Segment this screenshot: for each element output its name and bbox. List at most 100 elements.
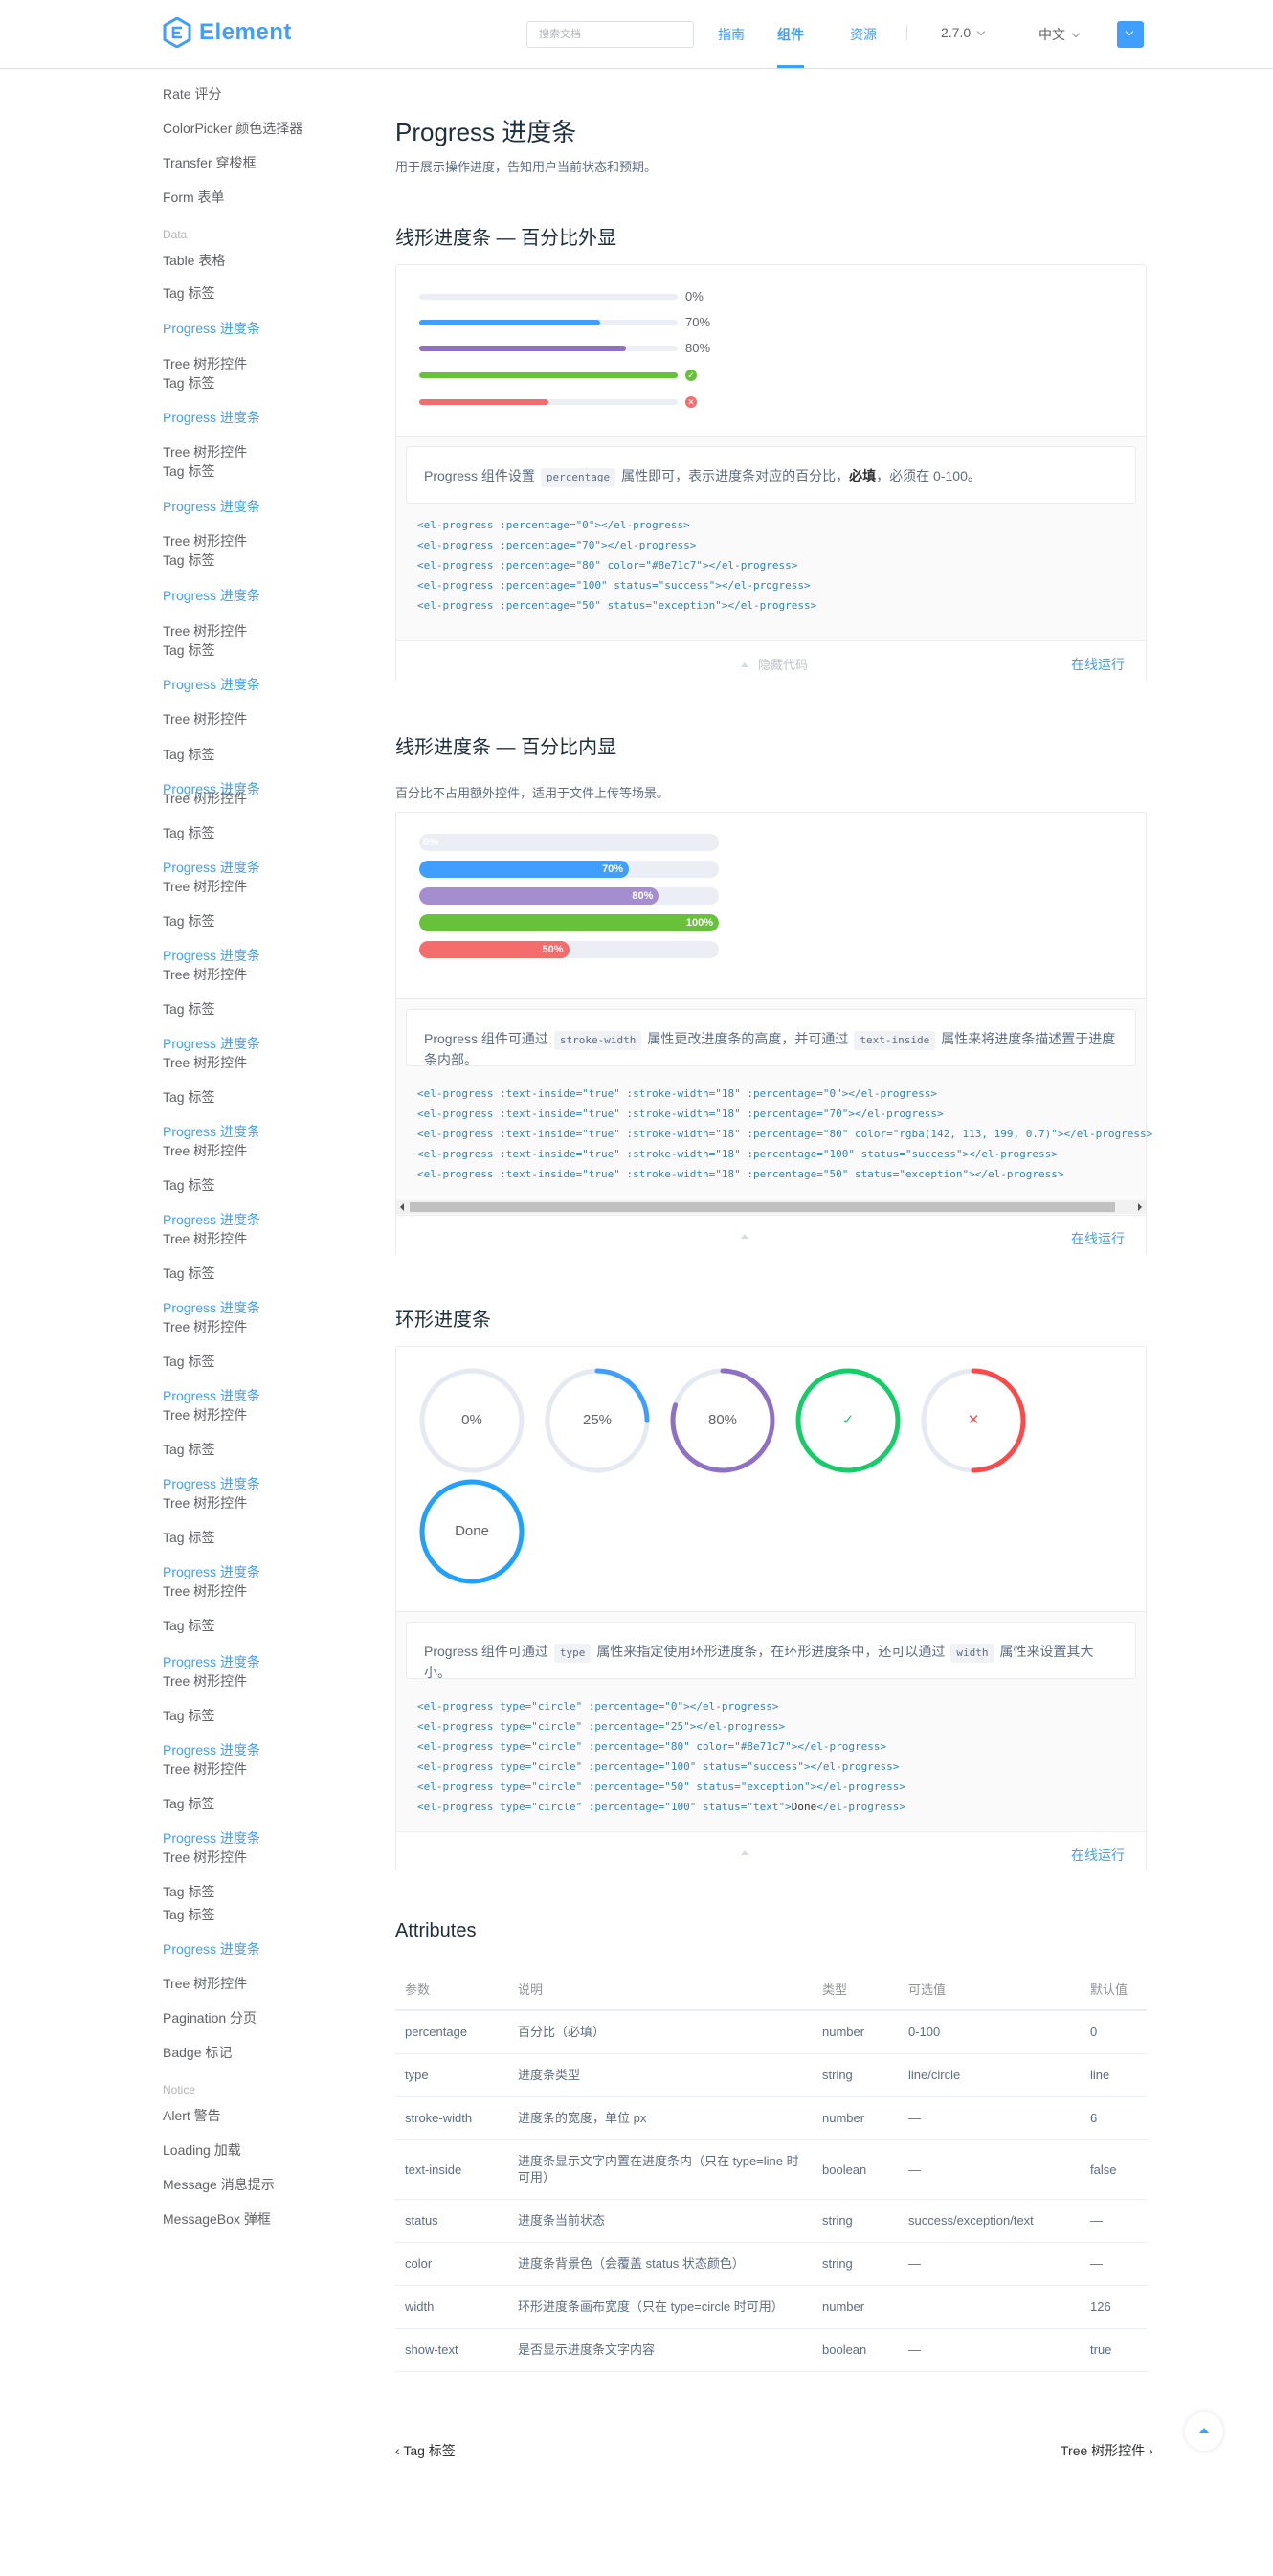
sidebar-item[interactable]: Progress 进度条 <box>163 1652 260 1671</box>
sidebar-item[interactable]: Progress 进度条 <box>163 1386 260 1405</box>
prev-page-link[interactable]: ‹ Tag 标签 <box>395 2441 456 2460</box>
nav-guide[interactable]: 指南 <box>718 25 745 44</box>
search-input[interactable] <box>526 21 694 48</box>
sidebar-item[interactable]: Progress 进度条 <box>163 1562 260 1581</box>
sidebar-item[interactable]: Tag 标签 <box>163 1706 214 1725</box>
sidebar-item[interactable]: Tree 树形控件 <box>163 789 247 808</box>
sidebar-item[interactable]: Tree 树形控件 <box>163 1317 247 1336</box>
sidebar-item[interactable]: Tree 树形控件 <box>163 877 247 896</box>
sidebar-item[interactable]: Tree 树形控件 <box>163 1848 247 1867</box>
sidebar-item[interactable]: Progress 进度条 <box>163 408 260 427</box>
sidebar-item[interactable]: Tree 树形控件 <box>163 1581 247 1601</box>
language-select[interactable]: 中文 <box>1038 25 1081 44</box>
sidebar-item[interactable]: Tree 树形控件 <box>163 354 247 373</box>
sidebar-item[interactable]: Progress 进度条 <box>163 319 260 338</box>
sidebar-item[interactable]: Tree 树形控件 <box>163 621 247 640</box>
hide-code-toggle[interactable] <box>741 1229 758 1243</box>
sidebar-item[interactable]: Progress 进度条 <box>163 1939 260 1959</box>
sidebar-item[interactable]: Progress 进度条 <box>163 1210 260 1229</box>
sidebar-item[interactable]: Badge 标记 <box>163 2043 232 2062</box>
sidebar-item[interactable]: Tree 树形控件 <box>163 1671 247 1691</box>
sidebar-item[interactable]: Tag 标签 <box>163 1616 214 1635</box>
element-logo[interactable]: Element <box>163 17 292 48</box>
hide-code-toggle[interactable] <box>741 1846 758 1860</box>
sidebar-item[interactable]: Progress 进度条 <box>163 1034 260 1053</box>
sidebar-item[interactable]: Rate 评分 <box>163 84 221 103</box>
sidebar-item[interactable]: Tag 标签 <box>163 283 214 302</box>
next-page-link[interactable]: Tree 树形控件 › <box>1061 2441 1153 2460</box>
sidebar-item[interactable]: Progress 进度条 <box>163 1122 260 1141</box>
sidebar-item[interactable]: Tag 标签 <box>163 1440 214 1459</box>
sidebar-item[interactable]: Loading 加载 <box>163 2140 241 2160</box>
sidebar-item[interactable]: Tree 树形控件 <box>163 1493 247 1512</box>
sidebar-item[interactable]: Tag 标签 <box>163 1264 214 1283</box>
run-online-link[interactable]: 在线运行 <box>1071 1846 1125 1865</box>
sidebar-item[interactable]: Alert 警告 <box>163 2106 221 2125</box>
sidebar-item[interactable]: Progress 进度条 <box>163 858 260 877</box>
demo-control-bar[interactable]: 在线运行 <box>396 1215 1146 1257</box>
sidebar-item[interactable]: Tag 标签 <box>163 999 214 1019</box>
sidebar-item[interactable]: Tree 树形控件 <box>163 1759 247 1779</box>
run-online-link[interactable]: 在线运行 <box>1071 655 1125 674</box>
sidebar-item[interactable]: Tag 标签 <box>163 1352 214 1371</box>
sidebar-item[interactable]: Table 表格 <box>163 251 225 270</box>
back-to-top-button[interactable] <box>1185 2412 1223 2451</box>
hide-code-toggle[interactable]: 隐藏代码 <box>741 655 808 673</box>
sidebar-item[interactable]: Progress 进度条 <box>163 497 260 516</box>
sidebar-item[interactable]: Message 消息提示 <box>163 2175 275 2194</box>
sidebar-item[interactable]: Tag 标签 <box>163 373 214 392</box>
run-online-link[interactable]: 在线运行 <box>1071 1229 1125 1248</box>
sidebar-item[interactable]: Tree 树形控件 <box>163 1053 247 1072</box>
sidebar-item[interactable]: Tag 标签 <box>163 1176 214 1195</box>
sidebar-item[interactable]: Tree 树形控件 <box>163 709 247 728</box>
sidebar-item[interactable]: Tag 标签 <box>163 461 214 481</box>
table-header-cell: 默认值 <box>1081 1968 1147 2011</box>
sidebar-item[interactable]: Tree 树形控件 <box>163 1974 247 1993</box>
horizontal-scrollbar[interactable] <box>396 1200 1146 1214</box>
sidebar-item[interactable]: Transfer 穿梭框 <box>163 153 257 172</box>
scroll-right-icon[interactable] <box>1138 1203 1142 1211</box>
demo-control-bar[interactable]: 隐藏代码 在线运行 <box>396 640 1146 683</box>
sidebar-item[interactable]: Tree 树形控件 <box>163 1229 247 1248</box>
sidebar-item[interactable]: Form 表单 <box>163 188 225 207</box>
table-cell: number <box>813 2285 899 2329</box>
sidebar-item[interactable]: MessageBox 弹框 <box>163 2209 271 2229</box>
desc-emphasis: 必填 <box>849 468 877 483</box>
table-header-cell: 说明 <box>508 1968 813 2011</box>
scroll-left-icon[interactable] <box>400 1203 404 1211</box>
demo-control-bar[interactable]: 在线运行 <box>396 1831 1146 1873</box>
sidebar-item[interactable]: Tag 标签 <box>163 1087 214 1107</box>
version-select[interactable]: 2.7.0 <box>941 25 986 40</box>
sidebar-item[interactable]: Progress 进度条 <box>163 946 260 965</box>
sidebar-item[interactable]: Progress 进度条 <box>163 1740 260 1759</box>
sidebar-item[interactable]: Tree 树形控件 <box>163 1405 247 1424</box>
sidebar-item[interactable]: Tag 标签 <box>163 550 214 570</box>
table-row: type 进度条类型 string line/circle line <box>395 2053 1147 2097</box>
sidebar-item[interactable]: Tree 树形控件 <box>163 1141 247 1160</box>
sidebar-item[interactable]: Tag 标签 <box>163 640 214 660</box>
sidebar-item[interactable]: Tag 标签 <box>163 745 214 764</box>
sidebar-item[interactable]: Tag 标签 <box>163 911 214 930</box>
sidebar-item[interactable]: Tree 树形控件 <box>163 965 247 984</box>
scroll-thumb[interactable] <box>410 1202 1115 1212</box>
sidebar-item[interactable]: Progress 进度条 <box>163 675 260 694</box>
nav-resource[interactable]: 资源 <box>850 25 877 44</box>
sidebar-item[interactable]: Tag 标签 <box>163 1905 214 1924</box>
sidebar-item[interactable]: Progress 进度条 <box>163 1828 260 1848</box>
demo-meta: Progress 组件可通过 stroke-width 属性更改进度条的高度，并可通… <box>396 998 1152 1215</box>
sidebar-item[interactable]: Tag 标签 <box>163 823 214 842</box>
sidebar-item[interactable]: Progress 进度条 <box>163 1298 260 1317</box>
sidebar-item[interactable]: Tag 标签 <box>163 1882 214 1901</box>
nav-component[interactable]: 组件 <box>777 25 804 44</box>
theme-picker-button[interactable] <box>1117 21 1144 48</box>
sidebar-item[interactable]: Tree 树形控件 <box>163 531 247 550</box>
sidebar-item[interactable]: ColorPicker 颜色选择器 <box>163 119 302 138</box>
sidebar-item[interactable]: Progress 进度条 <box>163 586 260 605</box>
sidebar-item[interactable]: Tag 标签 <box>163 1528 214 1547</box>
progress-bar: 50% <box>419 941 719 958</box>
progress-track <box>419 399 678 405</box>
sidebar-item[interactable]: Tree 树形控件 <box>163 442 247 461</box>
sidebar-item[interactable]: Pagination 分页 <box>163 2008 257 2027</box>
sidebar-item[interactable]: Progress 进度条 <box>163 1474 260 1493</box>
sidebar-item[interactable]: Tag 标签 <box>163 1794 214 1813</box>
